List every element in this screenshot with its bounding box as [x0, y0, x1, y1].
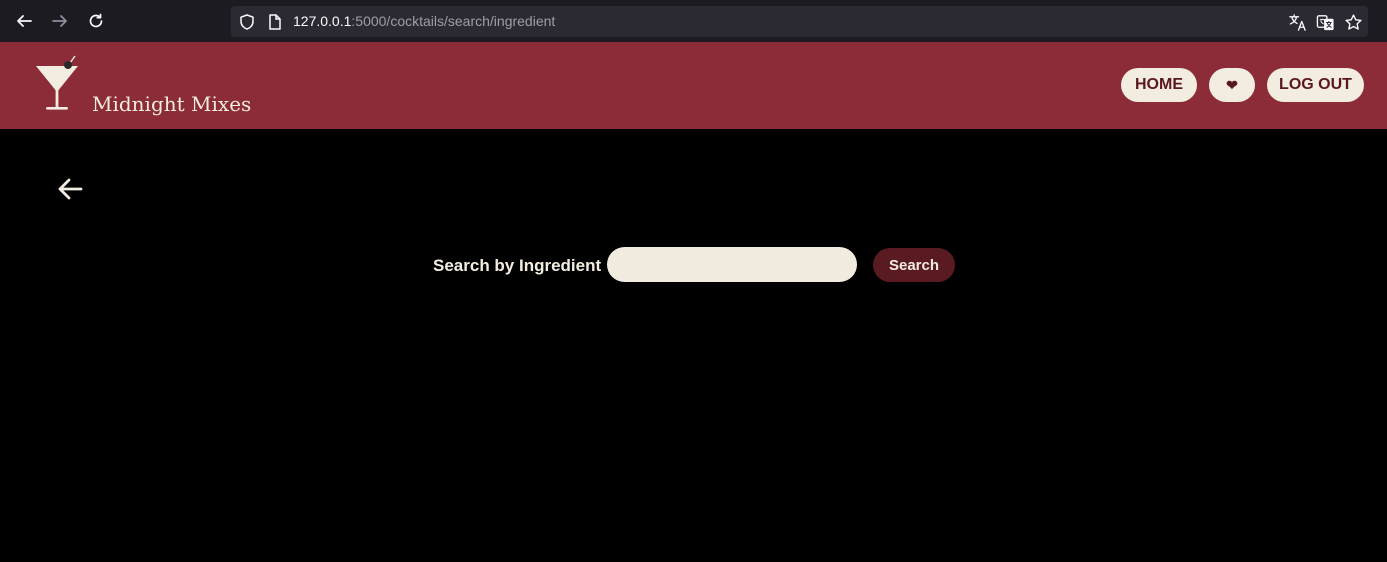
star-icon[interactable] [1343, 12, 1363, 32]
favorites-heart-button[interactable]: ❤ [1209, 68, 1255, 102]
heart-icon: ❤ [1226, 76, 1238, 93]
browser-toolbar: 127.0.0.1:5000/cocktails/search/ingredie… [0, 0, 1387, 42]
home-button[interactable]: HOME [1121, 68, 1197, 102]
brand-name[interactable]: Midnight Mixes [92, 92, 251, 116]
logout-button[interactable]: LOG OUT [1267, 68, 1364, 102]
shield-icon[interactable] [238, 13, 256, 31]
url-text[interactable]: 127.0.0.1:5000/cocktails/search/ingredie… [293, 13, 555, 29]
app-header: Midnight Mixes HOME ❤ LOG OUT [0, 42, 1387, 129]
search-label: Search by Ingredient [433, 256, 602, 275]
translate-page-icon[interactable] [1315, 12, 1335, 32]
browser-reload-icon[interactable] [84, 9, 108, 33]
search-button[interactable]: Search [873, 248, 955, 282]
address-bar[interactable]: 127.0.0.1:5000/cocktails/search/ingredie… [231, 6, 1368, 37]
martini-glass-icon[interactable] [32, 54, 82, 114]
url-path: :5000/cocktails/search/ingredient [351, 13, 556, 29]
ingredient-search-input[interactable] [607, 247, 857, 282]
url-host: 127.0.0.1 [293, 13, 352, 29]
browser-back-icon[interactable] [12, 9, 36, 33]
page-icon[interactable] [266, 13, 284, 31]
back-arrow-icon[interactable] [56, 175, 84, 203]
browser-forward-icon[interactable] [48, 9, 72, 33]
translate-icon[interactable] [1287, 12, 1307, 32]
